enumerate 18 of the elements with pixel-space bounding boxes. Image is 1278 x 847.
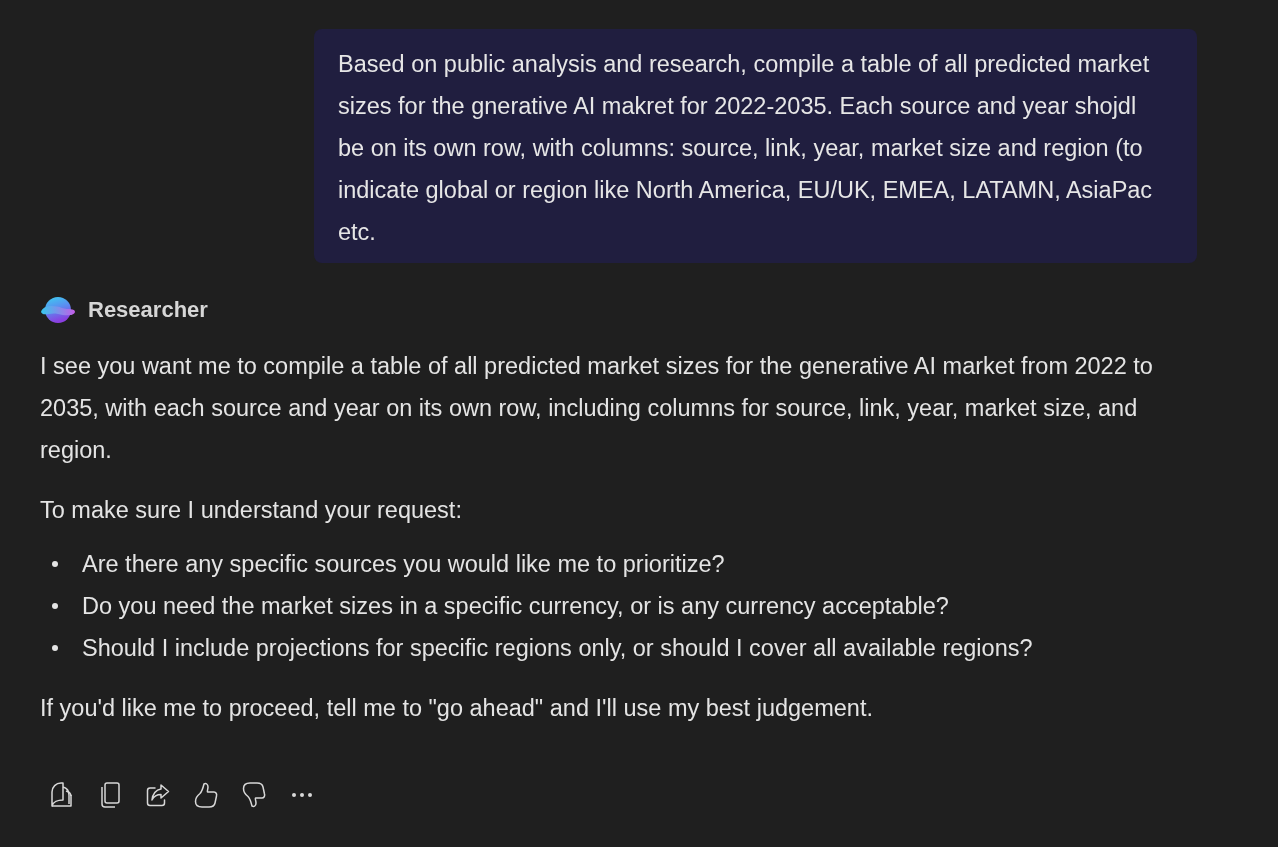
agent-name: Researcher bbox=[88, 297, 208, 323]
pages-icon bbox=[50, 782, 74, 808]
thumbs-down-icon bbox=[242, 782, 266, 808]
question-text: Do you need the market sizes in a specific currency, or is any currency acceptable? bbox=[82, 592, 949, 621]
user-message: Based on public analysis and research, compile a table of all predicted market sizes for the gnerative AI makret for 2022-2035. Each source and year shojdl be on its own row, with columns: source, link, year, market size and region (to indicate global or region like North America, EU/UK, EMEA, LATAMN, AsiaPac etc. bbox=[314, 29, 1197, 263]
thumbs-up-icon bbox=[194, 782, 218, 808]
response-paragraph: If you'd like me to proceed, tell me to "go ahead" and I'll use my best judgement. bbox=[40, 694, 874, 723]
share-icon bbox=[146, 783, 170, 807]
question-text: Are there any specific sources you would like me to prioritize? bbox=[82, 550, 725, 579]
bullet-icon bbox=[52, 561, 58, 567]
copy-icon bbox=[100, 782, 120, 808]
bullet-icon bbox=[52, 645, 58, 651]
response-paragraph: I see you want me to compile a table of all predicted market sizes for the generative AI market from 2022 to 2035, with each source and year on its own row, including columns for source, link, year, market size, and region. bbox=[40, 352, 1154, 465]
more-icon bbox=[292, 793, 312, 797]
bullet-icon bbox=[52, 603, 58, 609]
question-text: Should I include projections for specific regions only, or should I cover all available regions? bbox=[82, 634, 1033, 663]
response-paragraph: To make sure I understand your request: bbox=[40, 496, 463, 525]
planet-logo-icon bbox=[40, 295, 76, 325]
